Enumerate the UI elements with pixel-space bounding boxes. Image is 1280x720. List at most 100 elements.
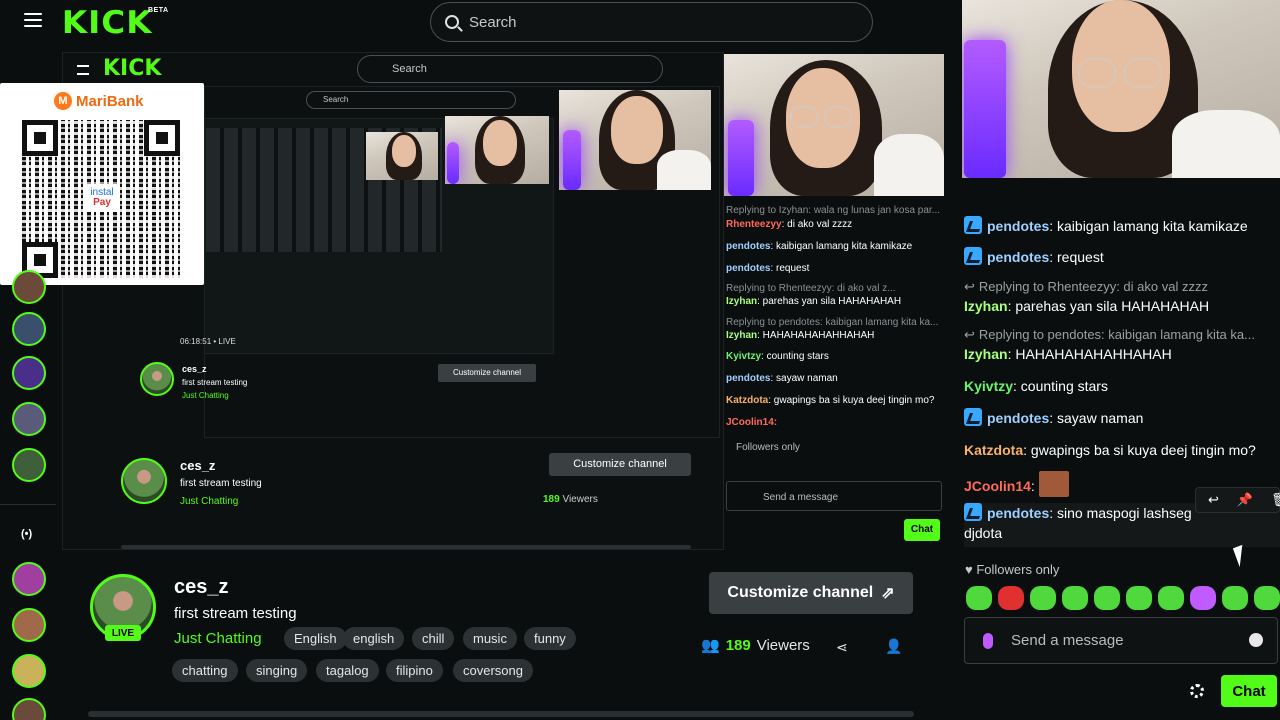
menu-icon[interactable]: [24, 13, 42, 27]
followed-channel-avatar[interactable]: [12, 270, 46, 304]
followed-channel-avatar[interactable]: [12, 448, 46, 482]
tag[interactable]: filipino: [386, 659, 443, 682]
reply-context: ↩ Replying to pendotes: kaibigan lamang k…: [964, 327, 1255, 342]
nested-menu-icon: [77, 65, 89, 75]
verified-badge-icon: [964, 408, 982, 426]
nested-channel-name: ces_z: [180, 458, 216, 473]
rail: [0, 270, 60, 720]
tag[interactable]: chill: [412, 627, 455, 650]
nested-viewers: 189 Viewers: [543, 494, 598, 505]
chat-message: Katzdota: gwapings ba si kuya deej tingi…: [964, 440, 1256, 460]
follow-icon[interactable]: 👤: [885, 638, 902, 655]
chat-settings-icon[interactable]: [1190, 684, 1204, 698]
qr-center-logo: instal Pay: [84, 184, 120, 212]
emote-button[interactable]: [1030, 586, 1056, 610]
viewer-count: 👥 189 Viewers: [701, 636, 810, 655]
chat-username[interactable]: JCoolin14: [964, 478, 1031, 494]
chat-username[interactable]: Izyhan: [964, 298, 1008, 314]
kick-stream-page: KICK BETA Search KICK Search ces_z first…: [0, 0, 1280, 720]
tag[interactable]: funny: [524, 627, 576, 650]
emote-button[interactable]: [1190, 586, 1216, 610]
nested-kick-logo: KICK: [103, 56, 162, 81]
emote-button[interactable]: [1222, 586, 1248, 610]
nested-divider: [121, 545, 691, 549]
pin-icon[interactable]: 📌: [1237, 492, 1253, 508]
emote-button[interactable]: [966, 586, 992, 610]
chat-message: Kyivtzy: counting stars: [964, 376, 1108, 396]
tag[interactable]: coversong: [453, 659, 533, 682]
emote-image: [1038, 471, 1069, 497]
nested-customize-2: Customize channel: [438, 364, 536, 382]
channel-name[interactable]: ces_z: [174, 576, 229, 599]
chat-input-placeholder: Send a message: [1011, 632, 1124, 649]
chat-text: : sayaw naman: [1049, 410, 1144, 426]
search-input[interactable]: Search: [430, 2, 873, 42]
reply-context: ↩ Replying to Rhenteezyy: di ako val zzzz: [964, 279, 1208, 294]
emote-button[interactable]: [1094, 586, 1120, 610]
followed-channel-avatar[interactable]: [12, 402, 46, 436]
chat-username[interactable]: Katzdota: [964, 442, 1023, 458]
followed-channel-avatar[interactable]: [12, 654, 46, 688]
customize-channel-button[interactable]: Customize channel ⇗: [709, 572, 913, 614]
nested-msg: Rhenteezyy: di ako val zzzz: [726, 219, 853, 230]
emote-button[interactable]: [1158, 586, 1184, 610]
chat-username[interactable]: pendotes: [987, 505, 1049, 521]
chat-text: : counting stars: [1013, 378, 1108, 394]
chat-username[interactable]: pendotes: [987, 410, 1049, 426]
nested-search-2: Search: [306, 91, 516, 109]
stream-category[interactable]: Just Chatting: [174, 630, 262, 647]
tag[interactable]: singing: [246, 659, 308, 682]
emoji-picker-icon[interactable]: [1249, 633, 1263, 647]
customize-channel-label: Customize channel: [727, 584, 874, 601]
chat-username[interactable]: pendotes: [987, 218, 1049, 234]
chat-message: pendotes: sayaw naman: [964, 408, 1143, 428]
followed-channel-avatar[interactable]: [12, 698, 46, 720]
streamer-camera-main: [962, 0, 1280, 178]
tag[interactable]: music: [463, 627, 517, 650]
mic-icon[interactable]: [983, 632, 993, 649]
followed-channel-avatar[interactable]: [12, 356, 46, 390]
reply-icon[interactable]: ↩: [1208, 492, 1219, 508]
chat-message-input[interactable]: Send a message: [964, 617, 1278, 664]
nested-reply: Replying to Rhenteezyy: di ako val z...: [726, 283, 896, 294]
nested-chat-1: Replying to Izyhan: wala ng lunas jan ko…: [724, 198, 946, 543]
viewers-label: Viewers: [756, 636, 810, 654]
share-icon[interactable]: ⋖: [836, 639, 848, 656]
chat-message: JCoolin14:: [964, 471, 1069, 497]
verified-badge-icon: [964, 503, 982, 521]
nested-time: 06:18:51 • LIVE: [180, 337, 236, 346]
tag[interactable]: tagalog: [316, 659, 379, 682]
nested-msg: Izyhan: HAHAHAHAHAHHAHAH: [726, 330, 875, 341]
live-recommended-icon[interactable]: (•): [21, 528, 32, 540]
streamer-camera-nested-3: [445, 116, 549, 184]
nested-msg: Izyhan: parehas yan sila HAHAHAHAH: [726, 296, 902, 307]
search-placeholder: Search: [469, 13, 517, 31]
tag[interactable]: English: [284, 627, 347, 650]
tag[interactable]: english: [343, 627, 405, 650]
tag[interactable]: chatting: [172, 659, 238, 682]
chat-message: Izyhan: parehas yan sila HAHAHAHAH: [964, 296, 1209, 316]
chat-username[interactable]: Kyivtzy: [964, 378, 1013, 394]
chat-text: : parehas yan sila HAHAHAHAH: [1007, 298, 1210, 314]
search-icon: [445, 15, 459, 29]
chat-username[interactable]: pendotes: [987, 249, 1049, 265]
emote-button[interactable]: [1126, 586, 1152, 610]
qr-code: instal Pay: [22, 120, 180, 278]
delete-icon[interactable]: 🗑: [1271, 492, 1280, 508]
maribank-brand: MariBank: [76, 92, 144, 110]
nested-channel-title: first stream testing: [180, 478, 262, 489]
maribank-logo: M MariBank: [54, 92, 144, 110]
nested-msg: JCoolin14:: [726, 417, 778, 428]
kick-logo[interactable]: KICK: [62, 5, 153, 41]
followed-channel-avatar[interactable]: [12, 562, 46, 596]
chat-message: pendotes: request: [964, 247, 1104, 267]
chat-username[interactable]: Izyhan: [964, 346, 1008, 362]
send-chat-button[interactable]: Chat: [1221, 675, 1277, 707]
stream-title: first stream testing: [174, 605, 297, 622]
followed-channel-avatar[interactable]: [12, 312, 46, 346]
followed-channel-avatar[interactable]: [12, 608, 46, 642]
emote-button[interactable]: [998, 586, 1024, 610]
emote-button[interactable]: [1254, 586, 1280, 610]
section-divider: [88, 711, 914, 717]
emote-button[interactable]: [1062, 586, 1088, 610]
